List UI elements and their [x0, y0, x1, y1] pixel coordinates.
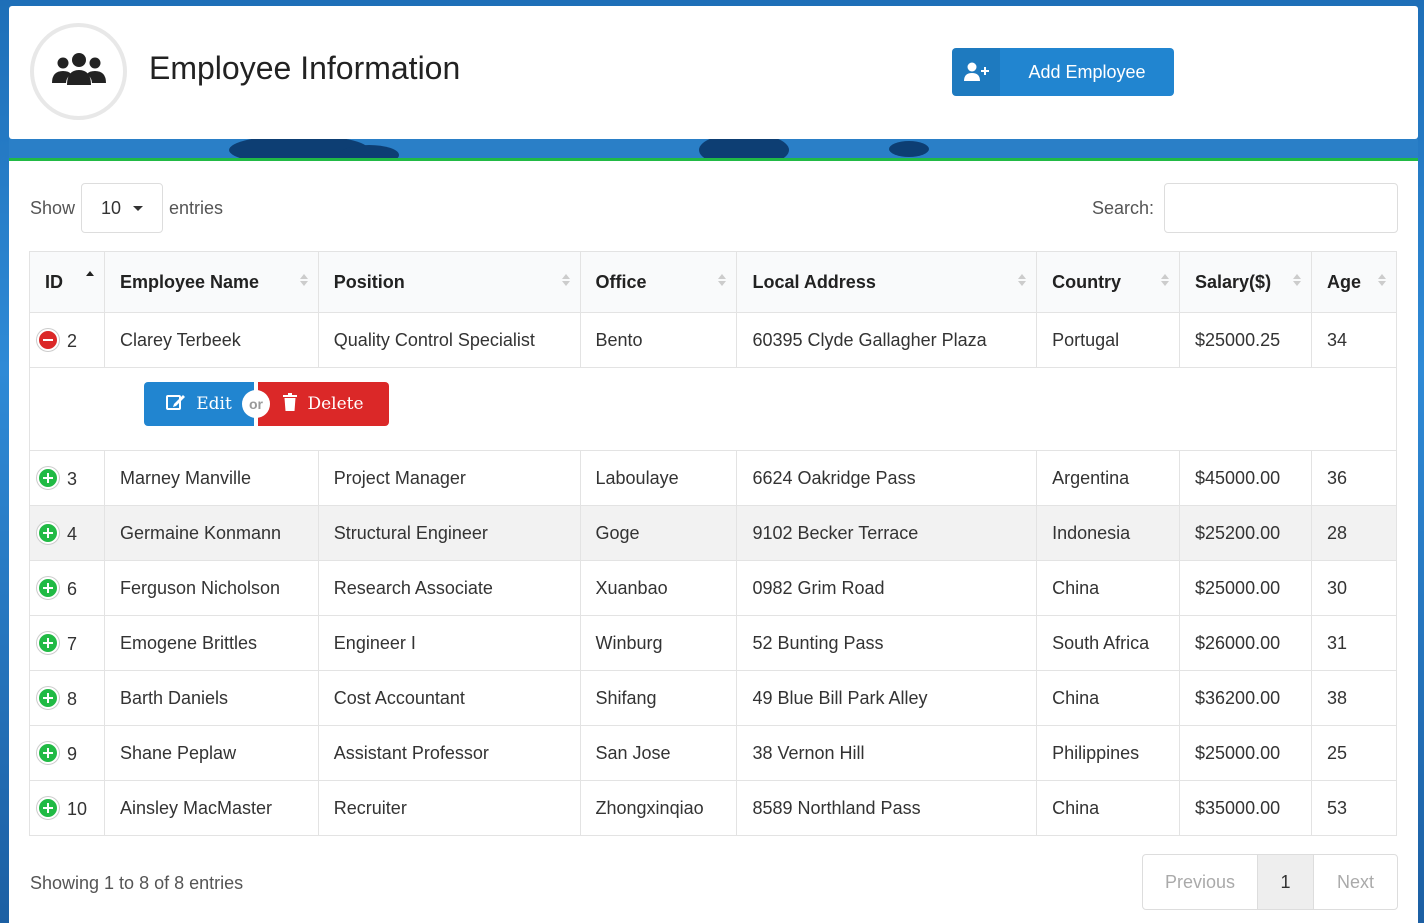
search-input[interactable]: [1164, 183, 1398, 233]
table-row[interactable]: 9 Shane Peplaw Assistant Professor San J…: [29, 725, 1398, 781]
previous-page-button[interactable]: Previous: [1143, 855, 1258, 909]
expand-row-icon[interactable]: [37, 521, 59, 544]
delete-button[interactable]: Delete: [258, 382, 389, 426]
pagination: Previous 1 Next: [1142, 854, 1398, 910]
sort-icon: [1378, 274, 1386, 286]
edit-icon: [166, 393, 186, 416]
show-label: Show: [30, 197, 76, 218]
table-row[interactable]: 3 Marney Manville Project Manager Laboul…: [29, 450, 1398, 506]
column-header-position[interactable]: Position: [317, 251, 581, 313]
user-plus-icon: [952, 48, 1000, 96]
column-header-id[interactable]: ID: [29, 251, 105, 313]
sort-icon: [718, 274, 727, 286]
column-header-salary[interactable]: Salary($): [1179, 251, 1312, 313]
table-info: Showing 1 to 8 of 8 entries: [30, 873, 244, 893]
users-icon: [49, 49, 109, 94]
expand-row-icon[interactable]: [37, 576, 59, 599]
expand-row-icon[interactable]: [37, 796, 59, 819]
employee-table-card: Show 10 entries Search: ID Employee Name…: [9, 158, 1418, 923]
table-row[interactable]: 4 Germaine Konmann Structural Engineer G…: [29, 505, 1398, 561]
sort-icon: [1018, 274, 1027, 286]
avatar: [30, 23, 127, 120]
search-label: Search:: [1091, 197, 1154, 218]
add-employee-button[interactable]: Add Employee: [952, 48, 1174, 96]
sort-icon: [1161, 274, 1170, 286]
column-header-country[interactable]: Country: [1036, 251, 1181, 313]
table-row[interactable]: 2 Clarey Terbeek Quality Control Special…: [29, 312, 1398, 368]
header-card: Employee Information Add Employee: [9, 6, 1418, 139]
column-header-age[interactable]: Age: [1310, 251, 1398, 313]
search-control: Search:: [1092, 183, 1398, 233]
length-control: Show 10 entries: [30, 183, 223, 233]
page-1-button[interactable]: 1: [1258, 855, 1314, 909]
entries-value: 10: [101, 197, 122, 218]
column-header-name[interactable]: Employee Name: [103, 251, 319, 313]
trash-icon: [283, 392, 298, 416]
table-row[interactable]: 7 Emogene Brittles Engineer I Winburg 52…: [29, 615, 1398, 671]
entries-select[interactable]: 10: [81, 183, 164, 233]
expand-row-icon[interactable]: [37, 686, 59, 709]
employee-table: ID Employee Name Position Office Local A…: [29, 251, 1398, 836]
expand-row-icon[interactable]: [37, 631, 59, 654]
row-actions: Edit or Delete: [144, 382, 389, 426]
entries-label: entries: [169, 197, 224, 218]
table-row[interactable]: 10 Ainsley MacMaster Recruiter Zhongxinq…: [29, 780, 1398, 836]
next-page-button[interactable]: Next: [1314, 855, 1397, 909]
table-row[interactable]: 8 Barth Daniels Cost Accountant Shifang …: [29, 670, 1398, 726]
sort-icon: [1292, 274, 1301, 286]
background-map: [9, 139, 1418, 159]
expand-row-icon[interactable]: [37, 741, 59, 764]
table-header-row: ID Employee Name Position Office Local A…: [29, 251, 1398, 313]
chevron-down-icon: [133, 205, 144, 211]
edit-button[interactable]: Edit: [144, 382, 254, 426]
collapse-row-icon[interactable]: [37, 328, 59, 351]
sort-icon: [85, 271, 94, 283]
column-header-address[interactable]: Local Address: [736, 251, 1038, 313]
sort-icon: [299, 274, 308, 286]
column-header-office[interactable]: Office: [579, 251, 738, 313]
expand-row-icon[interactable]: [37, 466, 59, 489]
or-divider: or: [242, 390, 270, 418]
table-row[interactable]: 6 Ferguson Nicholson Research Associate …: [29, 560, 1398, 616]
sort-icon: [561, 274, 570, 286]
row-details: Edit or Delete: [29, 367, 1397, 451]
add-employee-label: Add Employee: [1028, 61, 1146, 82]
page-title: Employee Information: [149, 50, 461, 86]
